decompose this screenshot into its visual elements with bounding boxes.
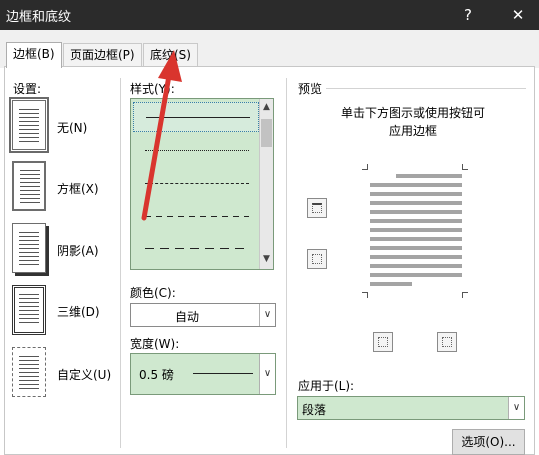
preview-paragraph[interactable]	[370, 174, 462, 290]
title-bar: 边框和底纹 ? ✕	[0, 0, 539, 30]
inside-border-button[interactable]	[307, 249, 327, 269]
border-inside-icon	[312, 254, 322, 264]
border-custom-icon	[13, 348, 45, 396]
corner-mark-br	[462, 292, 468, 298]
divider-left	[120, 78, 121, 448]
width-line-sample	[193, 373, 253, 374]
border-left-icon	[378, 337, 388, 347]
border-3d-icon	[15, 288, 43, 332]
width-heading: 宽度(W):	[130, 337, 180, 351]
preset-3d-button[interactable]	[12, 285, 46, 335]
preset-shadow-label[interactable]: 阴影(A)	[57, 242, 99, 259]
window-title: 边框和底纹	[6, 10, 72, 25]
red-arrow-icon	[141, 50, 182, 221]
settings-heading: 设置:	[13, 82, 42, 96]
preset-custom-label[interactable]: 自定义(U)	[57, 366, 111, 383]
preview-rule	[326, 88, 526, 89]
color-value: 自动	[175, 310, 200, 324]
border-shadow-icon	[13, 224, 45, 272]
preset-none-label[interactable]: 无(N)	[57, 119, 87, 136]
help-button[interactable]: ?	[455, 3, 481, 27]
style-item-dash-dot[interactable]	[133, 234, 259, 264]
left-border-button[interactable]	[373, 332, 393, 352]
border-box-icon	[14, 163, 44, 209]
preview-hint: 单击下方图示或使用按钮可 应用边框	[340, 106, 485, 138]
preset-custom-button[interactable]	[12, 347, 46, 397]
top-border-button[interactable]	[307, 198, 327, 218]
options-button[interactable]: 选项(O)...	[452, 429, 525, 455]
divider-right	[286, 78, 287, 448]
border-top-icon	[312, 203, 322, 213]
line-dash-dot	[145, 248, 249, 249]
preset-shadow-button[interactable]	[12, 223, 46, 273]
scroll-thumb[interactable]	[261, 119, 272, 147]
style-scrollbar[interactable]: ▲ ▼	[259, 99, 273, 269]
close-button[interactable]: ✕	[505, 3, 531, 27]
border-none-icon	[13, 101, 45, 149]
corner-mark-tl	[362, 164, 368, 170]
corner-mark-bl	[362, 292, 368, 298]
width-value: 0.5 磅	[139, 368, 174, 382]
chevron-down-icon[interactable]: ∨	[508, 397, 524, 419]
apply-to-value: 段落	[302, 403, 327, 417]
color-heading: 颜色(C):	[130, 286, 176, 300]
chevron-down-icon[interactable]: ∨	[259, 304, 275, 326]
preset-box-label[interactable]: 方框(X)	[57, 180, 99, 197]
color-dropdown[interactable]: 自动 ∨	[130, 303, 276, 327]
width-dropdown[interactable]: 0.5 磅 ∨	[130, 353, 276, 395]
right-border-button[interactable]	[437, 332, 457, 352]
scroll-down-icon[interactable]: ▼	[263, 254, 270, 264]
preset-none-button[interactable]	[9, 97, 49, 153]
apply-to-dropdown[interactable]: 段落 ∨	[297, 396, 525, 420]
border-right-icon	[442, 337, 452, 347]
preset-3d-label[interactable]: 三维(D)	[57, 303, 100, 320]
corner-mark-tr	[462, 164, 468, 170]
apply-to-heading: 应用于(L):	[298, 379, 355, 393]
scroll-up-icon[interactable]: ▲	[263, 102, 270, 112]
tab-borders[interactable]: 边框(B)	[6, 42, 62, 68]
preset-box-button[interactable]	[12, 161, 46, 211]
preview-heading: 预览	[298, 82, 323, 96]
chevron-down-icon[interactable]: ∨	[259, 354, 275, 394]
